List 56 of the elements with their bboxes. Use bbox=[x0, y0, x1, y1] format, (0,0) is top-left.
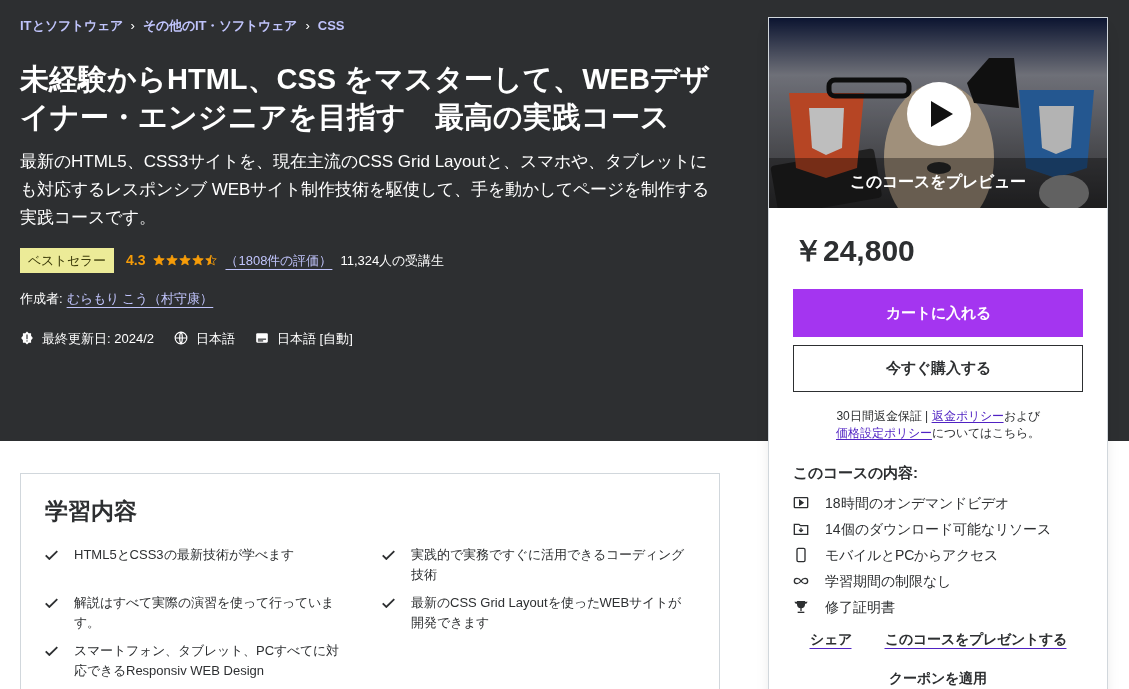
check-icon bbox=[45, 549, 58, 560]
student-count: 11,324人の受講生 bbox=[340, 251, 445, 270]
trophy-icon bbox=[793, 598, 809, 615]
star-icon bbox=[153, 254, 166, 267]
bestseller-badge: ベストセラー bbox=[20, 247, 114, 273]
breadcrumb-link[interactable]: ITとソフトウェア bbox=[20, 16, 123, 36]
guarantee-text: 30日間返金保証 | 返金ポリシーおよび 価格設定ポリシーについてはこちら。 bbox=[835, 408, 1041, 442]
include-item: 学習期間の制限なし bbox=[825, 571, 951, 591]
learning-item: スマートフォン、タブレット、PCすべてに対応できるResponsiv WEB Design bbox=[74, 641, 341, 680]
section-heading: 学習内容 bbox=[45, 497, 138, 526]
phone-icon bbox=[793, 546, 809, 563]
add-to-cart-button[interactable]: カートに入れる bbox=[793, 289, 1083, 337]
learning-item: 解説はすべて実際の演習を使って行っています。 bbox=[74, 593, 335, 632]
include-item: 18時間のオンデマンドビデオ bbox=[825, 493, 1009, 513]
buy-now-button[interactable]: 今すぐ購入する bbox=[793, 345, 1083, 392]
learning-item: 実践的で実務ですぐに活用できるコーディング技術 bbox=[411, 545, 685, 584]
star-icon bbox=[192, 254, 205, 267]
include-item: モバイルとPCからアクセス bbox=[825, 545, 999, 565]
preview-label: このコースをプレビュー bbox=[849, 172, 1027, 192]
breadcrumb-link[interactable]: その他のIT・ソフトウェア bbox=[142, 16, 298, 36]
coupon-link[interactable]: クーポンを適用 bbox=[889, 669, 987, 686]
preview-video[interactable]: このコースをプレビュー bbox=[769, 18, 1107, 208]
captions-icon bbox=[255, 331, 269, 346]
learning-item: 最新のCSS Grid Layoutを使ったWEBサイトが開発できます bbox=[411, 593, 683, 632]
star-icon bbox=[179, 254, 192, 267]
breadcrumb-separator: › bbox=[305, 17, 310, 35]
meta-text: 最終更新日: 2024/2 bbox=[42, 329, 154, 348]
meta-text: 日本語 bbox=[196, 329, 235, 348]
rating-value: 4.3 bbox=[126, 250, 146, 270]
play-icon[interactable] bbox=[907, 82, 971, 146]
breadcrumb-link[interactable]: CSS bbox=[317, 16, 345, 36]
includes-heading: このコースの内容: bbox=[793, 463, 919, 483]
price: ￥24,800 bbox=[793, 233, 916, 269]
author-label: 作成者: bbox=[20, 290, 63, 308]
gift-link[interactable]: このコースをプレゼントする bbox=[884, 628, 1067, 650]
update-icon bbox=[20, 331, 34, 346]
check-icon bbox=[45, 645, 58, 656]
check-icon bbox=[382, 597, 395, 608]
check-icon bbox=[45, 597, 58, 608]
star-icon bbox=[166, 254, 179, 267]
include-item: 修了証明書 bbox=[825, 597, 895, 617]
author-link[interactable]: むらもり こう（村守康） bbox=[66, 289, 214, 309]
meta-text: 日本語 [自動] bbox=[277, 329, 353, 348]
video-icon bbox=[793, 494, 809, 511]
policy-link[interactable]: 返金ポリシー bbox=[931, 409, 1004, 423]
course-title: 未経験からHTML、CSS をマスターして、WEBデザイナー・エンジニアを目指す 最高の実践コース bbox=[20, 61, 711, 135]
star-icon bbox=[205, 254, 218, 267]
course-subtitle: 最新のHTML5、CSS3サイトを、現在主流のCSS Grid Layoutと、スマホや、タブレットにも対応するレスポンシブ WEBサイト制作技術を駆使して、手を動かしてページを制作する実践コースです。 bbox=[20, 150, 711, 229]
policy-link[interactable]: 価格設定ポリシー bbox=[836, 426, 932, 440]
ratings-link[interactable]: （1808件の評価） bbox=[225, 250, 333, 270]
include-item: 14個のダウンロード可能なリソース bbox=[825, 519, 1051, 539]
breadcrumb-separator: › bbox=[130, 17, 135, 35]
share-link[interactable]: シェア bbox=[809, 628, 852, 650]
learning-item: HTML5とCSS3の最新技術が学べます bbox=[74, 545, 295, 564]
check-icon bbox=[382, 549, 395, 560]
globe-icon bbox=[174, 331, 188, 346]
